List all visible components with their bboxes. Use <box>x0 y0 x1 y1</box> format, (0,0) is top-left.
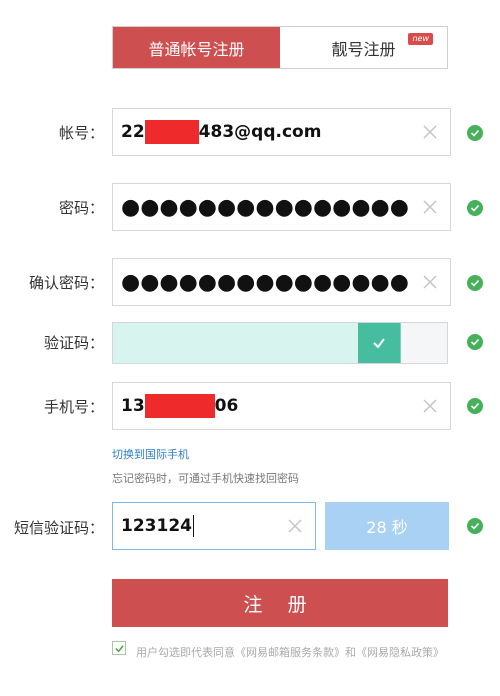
check-circle-icon <box>467 518 483 534</box>
tab-vip-account[interactable]: 靓号注册 new <box>280 27 447 68</box>
captcha-label: 验证码： <box>43 334 104 352</box>
account-label: 帐号： <box>58 124 104 142</box>
sms-code-input[interactable]: 123124 <box>112 502 316 550</box>
account-clear-button[interactable] <box>410 109 450 155</box>
sms-countdown-button[interactable]: 28 秒 <box>325 502 449 550</box>
close-icon <box>423 399 437 413</box>
redaction-mark <box>144 394 215 418</box>
confirm-password-value: ●●●●●●●●●●●●●●● <box>121 269 409 295</box>
confirm-password-label: 确认密码： <box>28 274 104 292</box>
check-circle-icon <box>467 275 483 291</box>
tab-normal-account[interactable]: 普通帐号注册 <box>113 27 280 68</box>
check-circle-icon <box>467 125 483 141</box>
check-icon <box>373 338 385 349</box>
close-icon <box>423 125 437 139</box>
account-input[interactable]: 22 483@qq.com <box>112 108 451 156</box>
register-button[interactable]: 注 册 <box>112 579 448 627</box>
account-value: 22 483@qq.com <box>113 120 410 144</box>
redaction-mark <box>144 120 199 144</box>
register-tabs: 普通帐号注册 靓号注册 new <box>112 26 448 69</box>
phone-value-prefix: 13 <box>121 396 145 416</box>
close-icon <box>288 519 302 533</box>
intl-phone-link[interactable]: 切换到国际手机 <box>112 446 189 462</box>
sms-code-label: 短信验证码： <box>13 519 104 537</box>
confirm-password-input[interactable]: ●●●●●●●●●●●●●●● <box>112 258 451 306</box>
phone-clear-button[interactable] <box>410 383 450 429</box>
tab-normal-label: 普通帐号注册 <box>148 39 245 59</box>
close-icon <box>423 200 437 214</box>
phone-input[interactable]: 13 06 <box>112 382 451 430</box>
account-value-prefix: 22 <box>121 122 145 142</box>
phone-value-suffix: 06 <box>214 396 239 416</box>
phone-value: 13 06 <box>113 394 410 418</box>
check-circle-icon <box>467 398 483 414</box>
password-clear-button[interactable] <box>410 184 450 230</box>
text-caret <box>192 515 194 537</box>
check-circle-icon <box>467 334 483 350</box>
account-value-suffix: 483@qq.com <box>198 122 322 142</box>
sms-code-value: 123124 <box>113 515 275 537</box>
phone-label: 手机号： <box>43 398 104 416</box>
close-icon <box>423 275 437 289</box>
agreement-checkbox[interactable] <box>112 641 126 655</box>
new-badge: new <box>408 33 433 45</box>
password-value: ●●●●●●●●●●●●●●● <box>121 194 409 220</box>
sms-code-text: 123124 <box>121 516 192 536</box>
agreement-text: 用户勾选即代表同意《网易邮箱服务条款》和《网易隐私政策》 <box>136 646 444 659</box>
check-icon <box>114 644 124 652</box>
tab-vip-label: 靓号注册 <box>331 39 396 59</box>
captcha-slider[interactable] <box>112 322 448 364</box>
sms-clear-button[interactable] <box>275 503 315 549</box>
check-circle-icon <box>467 200 483 216</box>
password-input[interactable]: ●●●●●●●●●●●●●●● <box>112 183 451 231</box>
phone-hint: 忘记密码时，可通过手机快速找回密码 <box>112 472 299 485</box>
password-label: 密码： <box>58 199 104 217</box>
confirm-password-clear-button[interactable] <box>410 259 450 305</box>
captcha-handle[interactable] <box>358 323 400 363</box>
